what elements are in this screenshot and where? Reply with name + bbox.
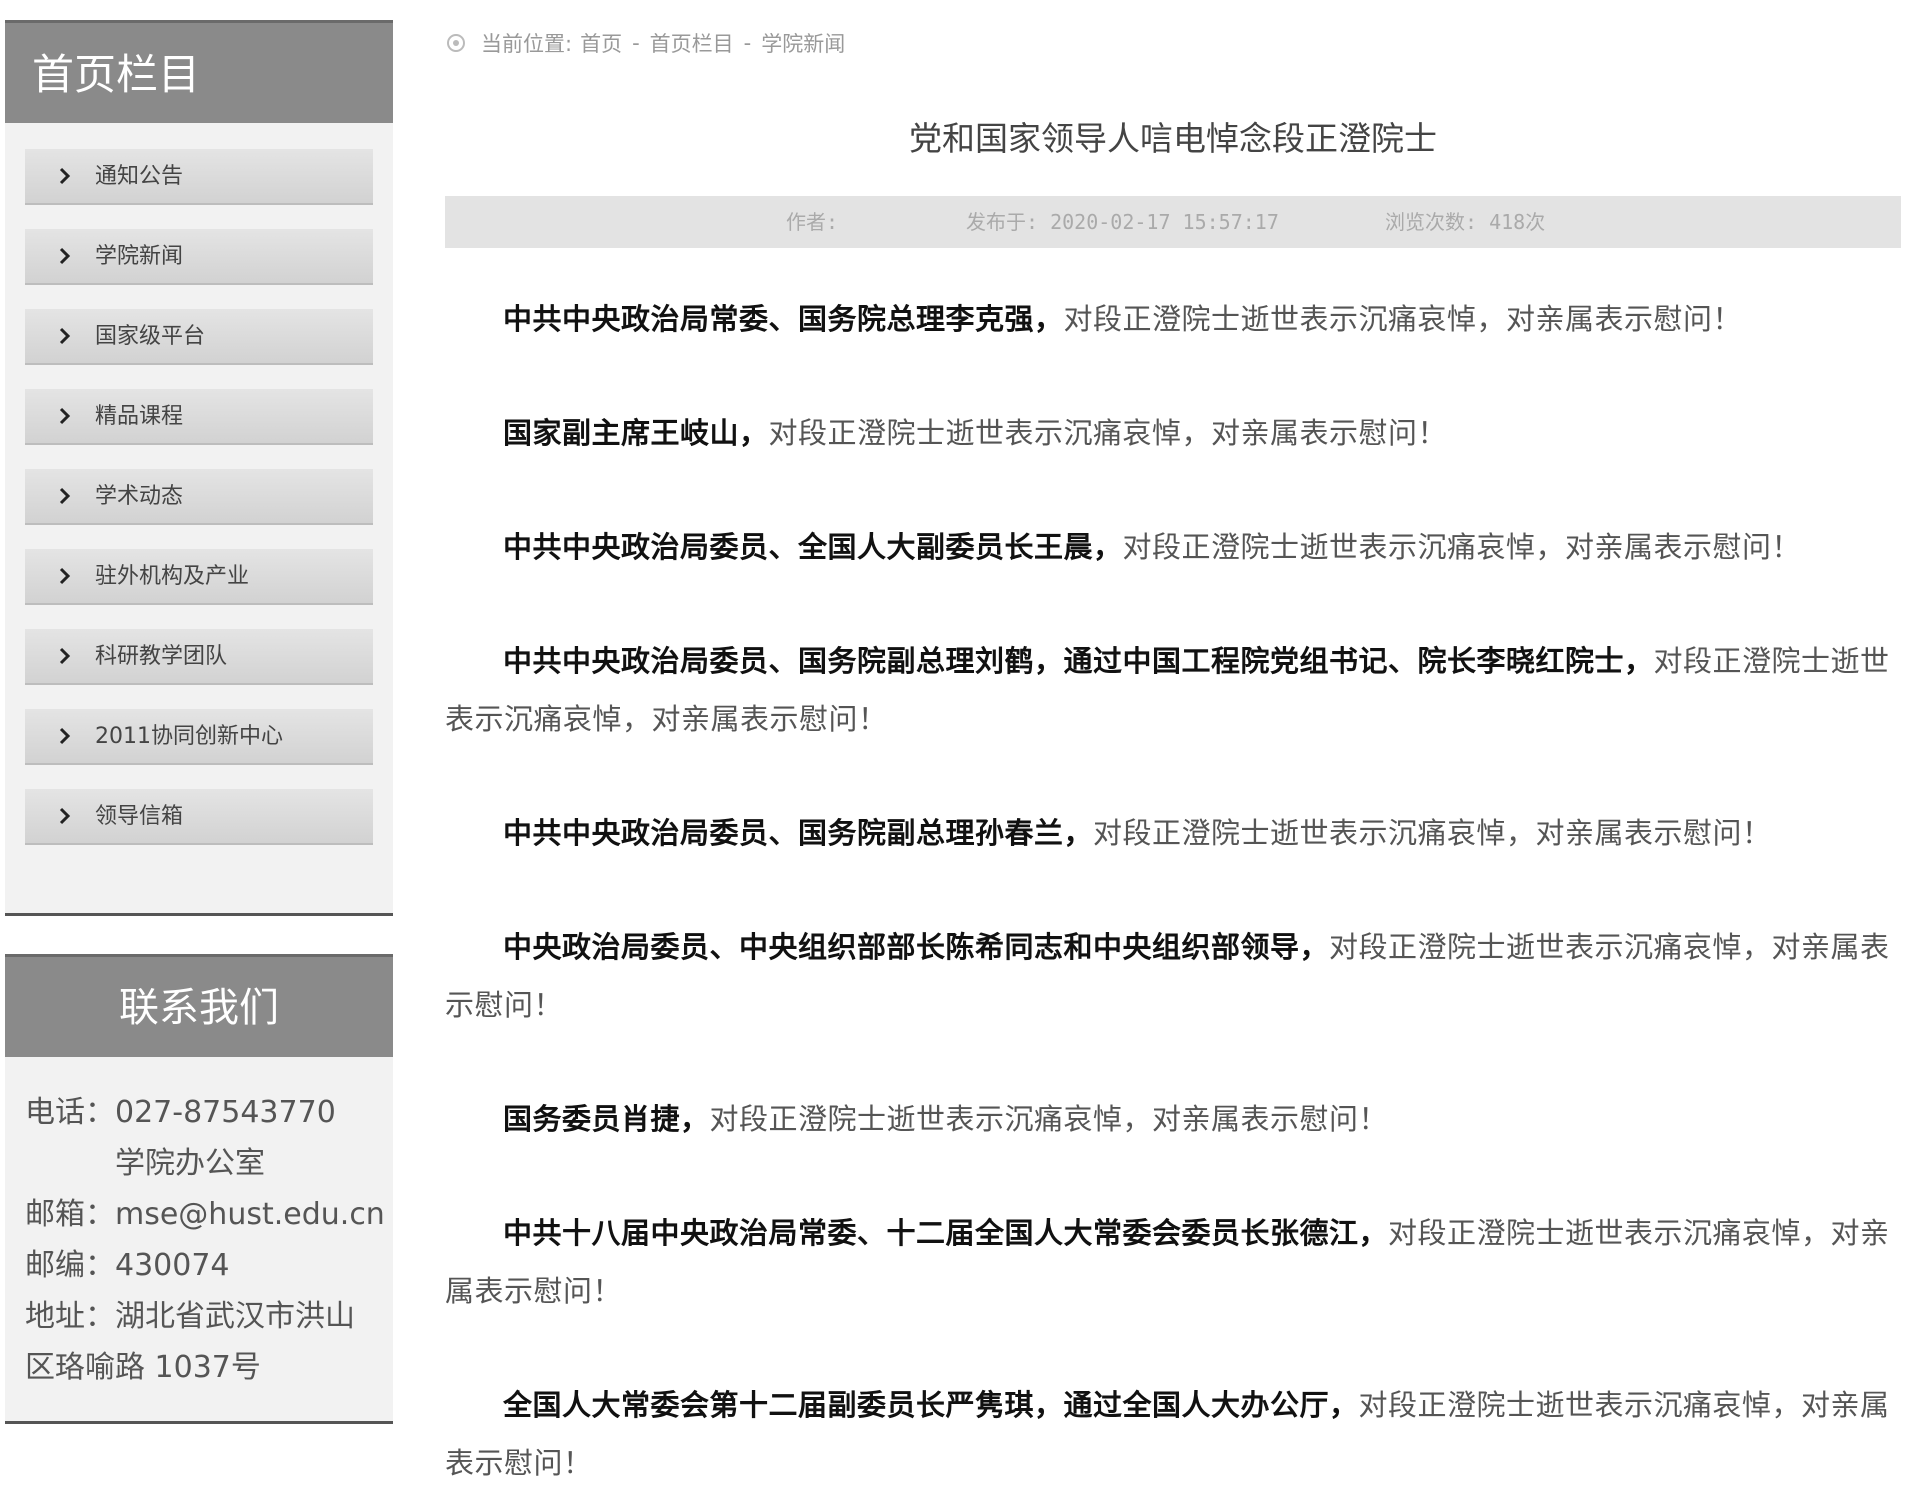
- paragraph-text: 对段正澄院士逝世表示沉痛哀悼，对亲属表示慰问！: [709, 1102, 1389, 1136]
- sidebar-item-label: 科研教学团队: [95, 644, 228, 669]
- sidebar-item-research-teams[interactable]: 科研教学团队: [25, 629, 373, 685]
- article-paragraph: 中共中央政治局常委、国务院总理李克强，对段正澄院士逝世表示沉痛哀悼，对亲属表示慰…: [445, 290, 1901, 348]
- nav-panel: 首页栏目 通知公告 学院新闻 国家级平台 精品课程 学术动态 驻外机构及产业 科…: [5, 20, 393, 916]
- article-paragraph: 中共中央政治局委员、全国人大副委员长王晨，对段正澄院士逝世表示沉痛哀悼，对亲属表…: [445, 518, 1901, 576]
- chevron-right-icon: [59, 407, 71, 425]
- contact-email: 邮箱：mse@hust.edu.cn: [25, 1189, 393, 1240]
- article-paragraph: 中共十八届中央政治局常委、十二届全国人大常委会委员长张德江，对段正澄院士逝世表示…: [445, 1204, 1901, 1320]
- contact-panel-title: 联系我们: [5, 954, 393, 1057]
- breadcrumb-prefix: 当前位置:: [481, 32, 573, 56]
- chevron-right-icon: [59, 807, 71, 825]
- email-label: 邮箱：: [25, 1197, 115, 1232]
- article-title: 党和国家领导人唁电悼念段正澄院士: [909, 119, 1437, 158]
- article-paragraph: 中共中央政治局委员、国务院副总理孙春兰，对段正澄院士逝世表示沉痛哀悼，对亲属表示…: [445, 804, 1901, 862]
- sidebar-item-notices[interactable]: 通知公告: [25, 149, 373, 205]
- sidebar-item-label: 2011协同创新中心: [95, 724, 283, 749]
- paragraph-text: 对段正澄院士逝世表示沉痛哀悼，对亲属表示慰问！: [1063, 302, 1743, 336]
- nav-panel-title: 首页栏目: [5, 20, 393, 123]
- sidebar-item-label: 学院新闻: [95, 244, 184, 269]
- paragraph-sender: 中共中央政治局委员、国务院副总理孙春兰，: [503, 816, 1094, 850]
- paragraph-sender: 全国人大常委会第十二届副委员长严隽琪，通过全国人大办公厅，: [503, 1388, 1359, 1422]
- contact-address-line-2: 区珞喻路 1037号: [25, 1350, 261, 1385]
- contact-postcode: 邮编：430074: [25, 1240, 393, 1291]
- chevron-right-icon: [59, 247, 71, 265]
- page: 首页栏目 通知公告 学院新闻 国家级平台 精品课程 学术动态 驻外机构及产业 科…: [0, 0, 1920, 1506]
- postcode-label: 邮编：: [25, 1248, 115, 1283]
- phone-label: 电话：: [25, 1095, 115, 1130]
- address-label: 地址：: [25, 1299, 115, 1334]
- paragraph-text: 对段正澄院士逝世表示沉痛哀悼，对亲属表示慰问！: [768, 416, 1448, 450]
- article-published-date: 发布于: 2020-02-17 15:57:17: [966, 210, 1279, 234]
- sidebar-item-label: 驻外机构及产业: [95, 564, 250, 589]
- sidebar-item-leader-mailbox[interactable]: 领导信箱: [25, 789, 373, 845]
- article-paragraph: 全国人大常委会第十二届副委员长严隽琪，通过全国人大办公厅，对段正澄院士逝世表示沉…: [445, 1376, 1901, 1492]
- location-dot-icon: [447, 34, 465, 52]
- chevron-right-icon: [59, 487, 71, 505]
- paragraph-sender: 中央政治局委员、中央组织部部长陈希同志和中央组织部领导，: [503, 930, 1330, 964]
- postcode-value: 430074: [115, 1248, 230, 1283]
- article-paragraph: 国家副主席王岐山，对段正澄院士逝世表示沉痛哀悼，对亲属表示慰问！: [445, 404, 1901, 462]
- sidebar-item-academic-news[interactable]: 学术动态: [25, 469, 373, 525]
- contact-info: 电话：027-87543770 学院办公室 邮箱：mse@hust.edu.cn…: [5, 1057, 393, 1393]
- contact-panel: 联系我们 电话：027-87543770 学院办公室 邮箱：mse@hust.e…: [5, 954, 393, 1424]
- sidebar-item-quality-courses[interactable]: 精品课程: [25, 389, 373, 445]
- phone-number: 027-87543770: [115, 1095, 336, 1130]
- chevron-right-icon: [59, 167, 71, 185]
- breadcrumb-college-news[interactable]: 学院新闻: [761, 28, 845, 58]
- article-paragraph: 中央政治局委员、中央组织部部长陈希同志和中央组织部领导，对段正澄院士逝世表示沉痛…: [445, 918, 1901, 1034]
- sidebar-item-national-platform[interactable]: 国家级平台: [25, 309, 373, 365]
- breadcrumb-separator: -: [743, 31, 752, 55]
- chevron-right-icon: [59, 327, 71, 345]
- article-body: 中共中央政治局常委、国务院总理李克强，对段正澄院士逝世表示沉痛哀悼，对亲属表示慰…: [445, 290, 1901, 1492]
- paragraph-sender: 中共中央政治局常委、国务院总理李克强，: [503, 302, 1064, 336]
- address-line-1: 湖北省武汉市洪山: [115, 1299, 355, 1334]
- sidebar-item-college-news[interactable]: 学院新闻: [25, 229, 373, 285]
- email-address[interactable]: mse@hust.edu.cn: [115, 1197, 385, 1232]
- paragraph-text: 对段正澄院士逝世表示沉痛哀悼，对亲属表示慰问！: [1122, 530, 1802, 564]
- sidebar-item-branches-industry[interactable]: 驻外机构及产业: [25, 549, 373, 605]
- breadcrumb-home[interactable]: 首页: [580, 28, 622, 58]
- sidebar-item-innovation-center[interactable]: 2011协同创新中心: [25, 709, 373, 765]
- article-view-count: 浏览次数: 418次: [1385, 210, 1546, 234]
- contact-phone: 电话：027-87543770: [25, 1087, 393, 1138]
- breadcrumb-home-columns[interactable]: 首页栏目: [650, 28, 734, 58]
- breadcrumb: 当前位置: 首页 - 首页栏目 - 学院新闻: [445, 28, 845, 58]
- sidebar-item-label: 通知公告: [95, 164, 184, 189]
- sidebar-item-label: 领导信箱: [95, 804, 184, 829]
- paragraph-sender: 国务委员肖捷，: [503, 1102, 710, 1136]
- chevron-right-icon: [59, 727, 71, 745]
- paragraph-sender: 中共中央政治局委员、国务院副总理刘鹤，通过中国工程院党组书记、院长李晓红院士，: [503, 644, 1654, 678]
- paragraph-text: 对段正澄院士逝世表示沉痛哀悼，对亲属表示慰问！: [1093, 816, 1772, 850]
- article-meta-bar: 作者: 发布于: 2020-02-17 15:57:17 浏览次数: 418次: [445, 196, 1901, 248]
- contact-address: 地址：湖北省武汉市洪山: [25, 1291, 393, 1342]
- contact-office: 学院办公室: [115, 1146, 265, 1181]
- article-paragraph: 中共中央政治局委员、国务院副总理刘鹤，通过中国工程院党组书记、院长李晓红院士，对…: [445, 632, 1901, 748]
- sidebar-item-label: 精品课程: [95, 404, 184, 429]
- sidebar-item-label: 国家级平台: [95, 324, 206, 349]
- sidebar: 首页栏目 通知公告 学院新闻 国家级平台 精品课程 学术动态 驻外机构及产业 科…: [5, 20, 393, 1424]
- article-author: 作者:: [786, 210, 839, 234]
- article-paragraph: 国务委员肖捷，对段正澄院士逝世表示沉痛哀悼，对亲属表示慰问！: [445, 1090, 1901, 1148]
- breadcrumb-separator: -: [632, 31, 640, 55]
- paragraph-sender: 中共中央政治局委员、全国人大副委员长王晨，: [503, 530, 1123, 564]
- sidebar-item-label: 学术动态: [95, 484, 184, 509]
- chevron-right-icon: [59, 567, 71, 585]
- paragraph-sender: 国家副主席王岐山，: [503, 416, 769, 450]
- chevron-right-icon: [59, 647, 71, 665]
- nav-list: 通知公告 学院新闻 国家级平台 精品课程 学术动态 驻外机构及产业 科研教学团队…: [5, 149, 393, 845]
- paragraph-sender: 中共十八届中央政治局常委、十二届全国人大常委会委员长张德江，: [503, 1216, 1389, 1250]
